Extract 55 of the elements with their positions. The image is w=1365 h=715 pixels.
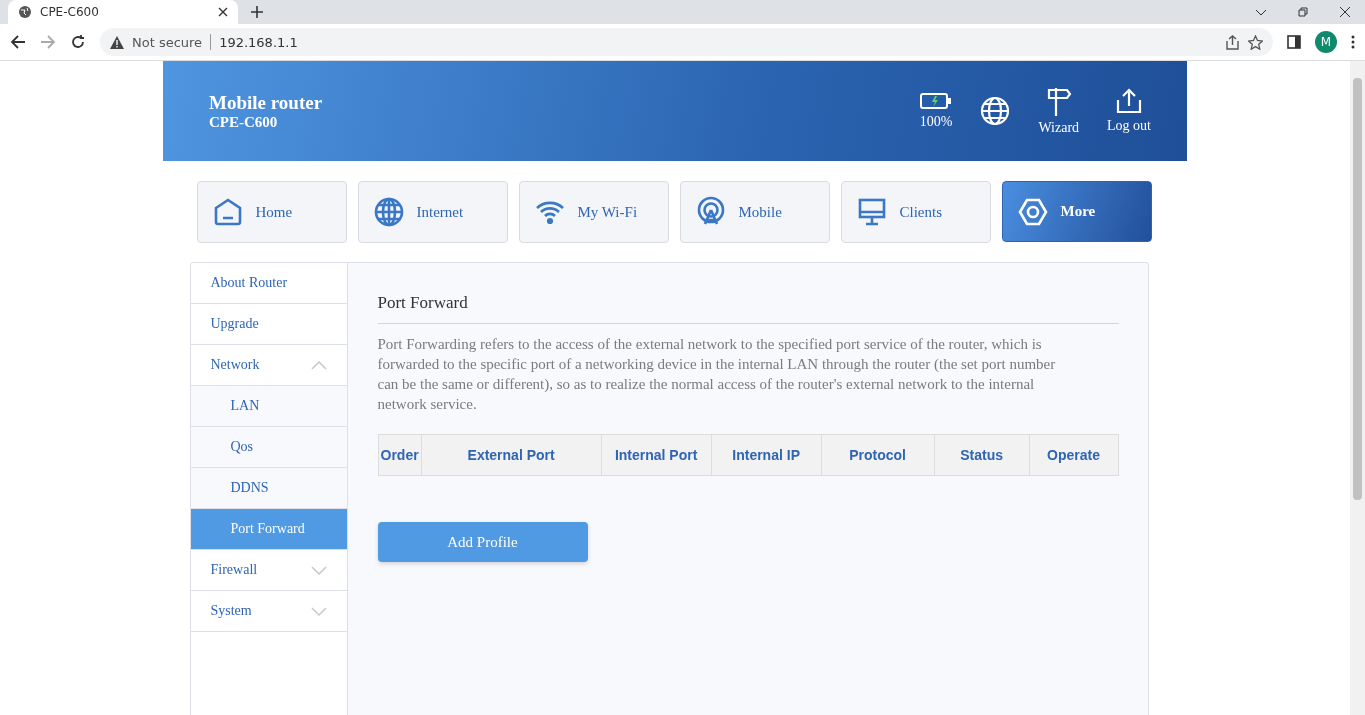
menu-item[interactable]: Qos [190,427,347,468]
url-text[interactable]: 192.168.1.1 [219,34,298,50]
globe-icon [372,196,405,228]
nav-tab[interactable]: Home [196,181,347,243]
language-button[interactable] [980,96,1011,126]
nav-tab[interactable]: My Wi-Fi [518,181,669,243]
plus-icon[interactable] [250,5,264,19]
star-icon[interactable] [1248,34,1263,50]
profile-avatar[interactable]: M [1315,31,1337,53]
logout-button[interactable]: Log out [1107,88,1151,134]
globe-icon [18,5,32,19]
back-arrow-icon[interactable] [10,34,26,50]
globe-icon [980,96,1011,126]
menu-item[interactable]: System [190,591,347,632]
column-header: External Port [421,434,602,476]
nav-tab[interactable]: Internet [357,181,508,243]
column-header: Internal Port [601,434,712,476]
share-icon[interactable] [1225,34,1240,50]
column-header: Protocol [821,434,935,476]
column-header: Operate [1029,434,1118,476]
close-icon[interactable] [218,7,228,17]
nav-tab[interactable]: Clients [840,181,991,243]
router-title: Mobile router [209,91,323,114]
address-bar[interactable]: Not secure 192.168.1.1 [100,28,1273,56]
browser-tab[interactable]: CPE-C600 [8,0,238,24]
description-text: Port Forwarding refers to the access of the external network to the specified port service of the router, which is forwarded to the specific port of a networking device in the internal LAN through the router (the set port number can be the same or different), so as to realize the normal access of the router's external network to the internal network service. [377,335,1057,414]
restore-icon[interactable] [1297,6,1309,18]
upload-icon [1116,88,1142,114]
model-name: CPE-C600 [209,113,279,131]
chevron-up-icon [310,360,327,370]
battery-level: 100% [919,114,953,130]
menu-item[interactable]: LAN [190,386,347,427]
nav-tab[interactable]: More [1001,181,1152,242]
wizard-button[interactable]: Wizard [1038,86,1080,136]
column-header: Status [934,434,1030,476]
close-icon[interactable] [1339,6,1351,18]
menu-item[interactable]: About Router [190,263,347,304]
menu-item[interactable]: Upgrade [190,304,347,345]
side-panel-icon[interactable] [1287,35,1301,49]
menu-icon[interactable] [1351,35,1355,49]
column-header: Internal IP [711,434,822,476]
scrollbar[interactable] [1350,61,1365,715]
column-header: Order [378,434,422,476]
signpost-icon [1045,86,1072,116]
battery-icon [920,92,953,110]
nav-tab[interactable]: Mobile [679,181,830,243]
menu-item[interactable]: Firewall [190,550,347,591]
reload-icon[interactable] [70,34,86,50]
warning-icon [110,35,124,49]
chevron-down-icon [310,565,327,575]
panel-title: Port Forward [377,293,1119,324]
menu-item[interactable]: DDNS [190,468,347,509]
chevron-down-icon [310,606,327,616]
tab-title[interactable]: CPE-C600 [40,5,210,19]
security-label[interactable]: Not secure [132,34,203,50]
